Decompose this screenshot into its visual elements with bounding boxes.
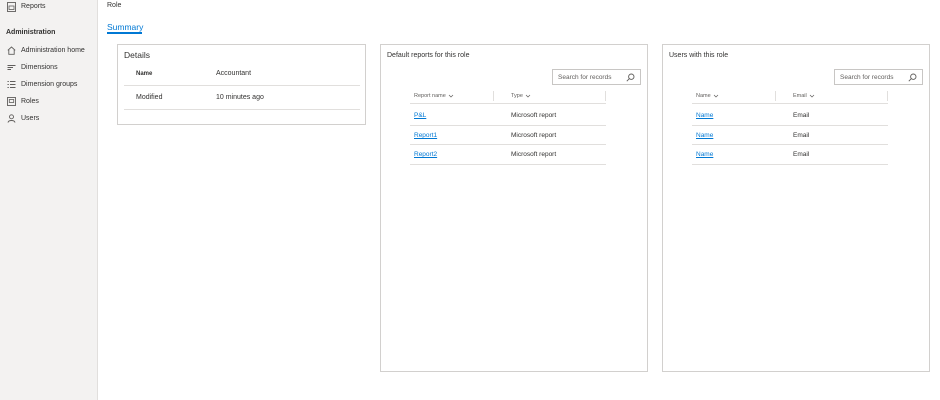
chevron-down-icon bbox=[713, 93, 719, 99]
row-divider bbox=[692, 144, 888, 145]
row-divider bbox=[692, 164, 888, 165]
report-type-cell: Microsoft report bbox=[511, 151, 557, 158]
users-panel-title: Users with this role bbox=[669, 52, 729, 59]
user-name-link[interactable]: Name bbox=[696, 151, 713, 158]
tab-summary[interactable]: Summary bbox=[107, 22, 143, 32]
row-divider bbox=[410, 125, 606, 126]
roles-icon bbox=[6, 97, 16, 107]
user-name-link[interactable]: Name bbox=[696, 112, 713, 119]
sidebar: Reports Administration Administration ho… bbox=[0, 0, 98, 400]
report-name-link[interactable]: Report1 bbox=[414, 132, 437, 139]
user-email-cell: Email bbox=[793, 132, 810, 139]
report-type-cell: Microsoft report bbox=[511, 132, 557, 139]
reports-search-input[interactable] bbox=[558, 73, 618, 81]
column-header-name[interactable]: Name bbox=[696, 93, 719, 99]
chevron-down-icon bbox=[448, 93, 454, 99]
table-header-divider bbox=[692, 103, 888, 104]
sidebar-item-label: Dimension groups bbox=[21, 81, 78, 88]
dimensions-icon bbox=[6, 63, 16, 73]
chevron-down-icon bbox=[809, 93, 815, 99]
column-separator[interactable] bbox=[775, 91, 776, 101]
column-separator[interactable] bbox=[493, 91, 494, 101]
row-divider bbox=[692, 125, 888, 126]
sidebar-item-label: Users bbox=[21, 115, 40, 122]
sidebar-item-label: Roles bbox=[21, 98, 39, 105]
tab-active-indicator bbox=[107, 32, 142, 34]
column-header-report-name[interactable]: Report name bbox=[414, 93, 454, 99]
name-value: Accountant bbox=[216, 70, 252, 77]
reports-panel-title: Default reports for this role bbox=[387, 52, 470, 59]
chevron-down-icon bbox=[525, 93, 531, 99]
modified-value: 10 minutes ago bbox=[216, 94, 264, 101]
list-icon bbox=[6, 80, 16, 90]
sidebar-item-dimensions[interactable]: Dimensions bbox=[0, 60, 98, 75]
user-name-link[interactable]: Name bbox=[696, 132, 713, 139]
person-icon bbox=[6, 114, 16, 124]
user-email-cell: Email bbox=[793, 112, 810, 119]
sidebar-item-label: Reports bbox=[21, 3, 46, 10]
column-header-type[interactable]: Type bbox=[511, 93, 531, 99]
column-separator[interactable] bbox=[887, 91, 888, 101]
details-card: Details Name Accountant Modified 10 minu… bbox=[117, 44, 366, 125]
sidebar-item-dimension-groups[interactable]: Dimension groups bbox=[0, 77, 98, 92]
details-title: Details bbox=[124, 50, 150, 60]
sidebar-item-label: Dimensions bbox=[21, 64, 58, 71]
table-header-divider bbox=[410, 103, 606, 104]
search-icon[interactable] bbox=[626, 73, 635, 82]
name-label: Name bbox=[136, 71, 153, 77]
report-name-link[interactable]: Report2 bbox=[414, 151, 437, 158]
report-icon bbox=[6, 1, 16, 12]
sidebar-item-reports[interactable]: Reports bbox=[0, 0, 98, 14]
divider bbox=[124, 109, 360, 110]
reports-search-box[interactable] bbox=[552, 69, 641, 85]
column-header-email[interactable]: Email bbox=[793, 93, 815, 99]
sidebar-section-title: Administration bbox=[6, 29, 56, 36]
search-icon[interactable] bbox=[908, 73, 917, 82]
home-icon bbox=[6, 46, 16, 56]
report-type-cell: Microsoft report bbox=[511, 112, 557, 119]
users-card: Users with this role Name Email Name Ema… bbox=[662, 44, 930, 372]
sidebar-item-users[interactable]: Users bbox=[0, 111, 98, 126]
row-divider bbox=[410, 144, 606, 145]
user-email-cell: Email bbox=[793, 151, 810, 158]
page-title: Role bbox=[107, 2, 122, 9]
default-reports-card: Default reports for this role Report nam… bbox=[380, 44, 648, 372]
sidebar-item-administration-home[interactable]: Administration home bbox=[0, 43, 98, 58]
row-divider bbox=[410, 164, 606, 165]
modified-label: Modified bbox=[136, 94, 163, 101]
users-search-input[interactable] bbox=[840, 73, 900, 81]
sidebar-item-label: Administration home bbox=[21, 47, 85, 54]
divider bbox=[124, 85, 360, 86]
users-search-box[interactable] bbox=[834, 69, 923, 85]
sidebar-item-roles[interactable]: Roles bbox=[0, 94, 98, 109]
report-name-link[interactable]: P&L bbox=[414, 112, 426, 119]
column-separator[interactable] bbox=[605, 91, 606, 101]
